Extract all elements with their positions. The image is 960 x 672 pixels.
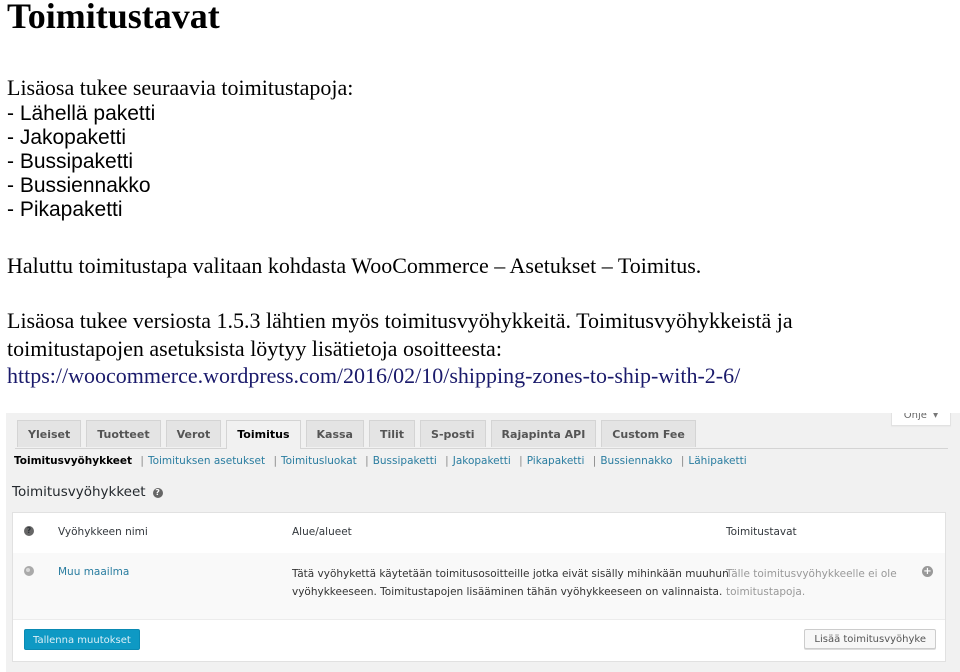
page-title: Toimitustavat <box>7 0 220 36</box>
list-item: - Jakopaketti <box>7 126 127 149</box>
list-item: - Lähellä paketti <box>7 102 156 125</box>
header-shipping-methods: Toimitustavat <box>726 526 797 538</box>
subnav-link-toimitusluokat[interactable]: Toimitusluokat <box>281 455 357 467</box>
table-footer: Tallenna muutokset Lisää toimitusvyöhyke <box>13 620 945 661</box>
subnav-current[interactable]: Toimitusvyöhykkeet <box>14 455 132 467</box>
subnav-separator: | <box>680 455 685 467</box>
zone-regions-line: Tätä vyöhykettä käytetään toimitusosoitt… <box>292 568 729 580</box>
section-title: Toimitusvyöhykkeet? <box>12 484 163 500</box>
add-method-icon[interactable]: + <box>922 566 933 577</box>
caret-down-icon: ▼ <box>932 413 939 419</box>
zones-note: Lisäosa tukee versiosta 1.5.3 lähtien my… <box>7 307 793 390</box>
tab-tilit[interactable]: Tilit <box>368 420 416 447</box>
zone-regions-line: vyöhykkeeseen. Toimitustapojen lisäämine… <box>292 586 723 598</box>
table-header: ? Vyöhykkeen nimi Alue/alueet Toimitusta… <box>13 513 945 554</box>
zone-methods-line: Tälle toimitusvyöhykkeelle ei ole <box>726 568 897 580</box>
settings-tabs: Yleiset Tuotteet Verot Toimitus Kassa Ti… <box>15 420 948 449</box>
tab-kassa[interactable]: Kassa <box>305 420 364 447</box>
zones-doc-link[interactable]: https://woocommerce.wordpress.com/2016/0… <box>7 362 793 390</box>
list-item: - Bussiennakko <box>7 174 151 197</box>
subnav-link-toimituksen-asetukset[interactable]: Toimituksen asetukset <box>148 455 265 467</box>
subnav-link-pikapaketti[interactable]: Pikapaketti <box>527 455 585 467</box>
add-shipping-zone-button[interactable]: Lisää toimitusvyöhyke <box>804 629 936 649</box>
subnav-separator: | <box>365 455 369 467</box>
tab-toimitus[interactable]: Toimitus <box>226 420 301 449</box>
save-changes-button[interactable]: Tallenna muutokset <box>24 629 140 650</box>
tab-s-posti[interactable]: S-posti <box>420 420 486 447</box>
tab-rajapinta-api[interactable]: Rajapinta API <box>490 420 597 447</box>
list-item: - Bussipaketti <box>7 150 134 173</box>
subnav-separator: | <box>519 455 523 467</box>
section-title-text: Toimitusvyöhykkeet <box>12 484 146 500</box>
zone-regions: Tätä vyöhykettä käytetään toimitusosoitt… <box>292 565 729 601</box>
subnav-separator: | <box>273 455 277 467</box>
subnav-separator: | <box>592 455 597 467</box>
zone-methods-line: toimitustapoja. <box>726 586 806 598</box>
list-item: - Pikapaketti <box>7 198 123 221</box>
tab-tuotteet[interactable]: Tuotteet <box>86 420 161 447</box>
shipping-zones-table: ? Vyöhykkeen nimi Alue/alueet Toimitusta… <box>12 512 946 662</box>
zone-name-link[interactable]: Muu maailma <box>58 566 129 578</box>
intro-text: Lisäosa tukee seuraavia toimitustapoja: <box>7 75 354 100</box>
tab-yleiset[interactable]: Yleiset <box>17 420 82 447</box>
shipping-subnav: Toimitusvyöhykkeet | Toimituksen asetukse… <box>14 455 747 467</box>
zone-methods: Tälle toimitusvyöhykkeelle ei ole toimit… <box>726 565 897 601</box>
tab-custom-fee[interactable]: Custom Fee <box>601 420 696 447</box>
header-regions: Alue/alueet <box>292 526 352 538</box>
table-row: Muu maailma Tätä vyöhykettä käytetään to… <box>13 553 945 620</box>
zones-note-line: toimitustapojen asetuksista löytyy lisät… <box>7 335 502 361</box>
zones-note-line: Lisäosa tukee versiosta 1.5.3 lähtien my… <box>7 308 793 333</box>
selection-note: Haluttu toimitustapa valitaan kohdasta W… <box>7 253 702 278</box>
help-icon[interactable]: ? <box>24 526 34 536</box>
tab-verot[interactable]: Verot <box>165 420 222 447</box>
globe-icon <box>24 566 34 576</box>
subnav-separator: | <box>140 455 144 467</box>
header-zone-name: Vyöhykkeen nimi <box>58 526 148 538</box>
woocommerce-screenshot: Ohje ▼ Yleiset Tuotteet Verot Toimitus Ka… <box>6 413 960 672</box>
subnav-link-lahipaketti[interactable]: Lähipaketti <box>688 455 746 467</box>
subnav-link-bussiennakko[interactable]: Bussiennakko <box>600 455 672 467</box>
subnav-separator: | <box>445 455 449 467</box>
help-icon[interactable]: ? <box>152 488 163 498</box>
subnav-link-bussipaketti[interactable]: Bussipaketti <box>373 455 437 467</box>
subnav-link-jakopaketti[interactable]: Jakopaketti <box>453 455 511 467</box>
shipping-methods-list: - Lähellä paketti - Jakopaketti - Bussip… <box>7 102 155 222</box>
